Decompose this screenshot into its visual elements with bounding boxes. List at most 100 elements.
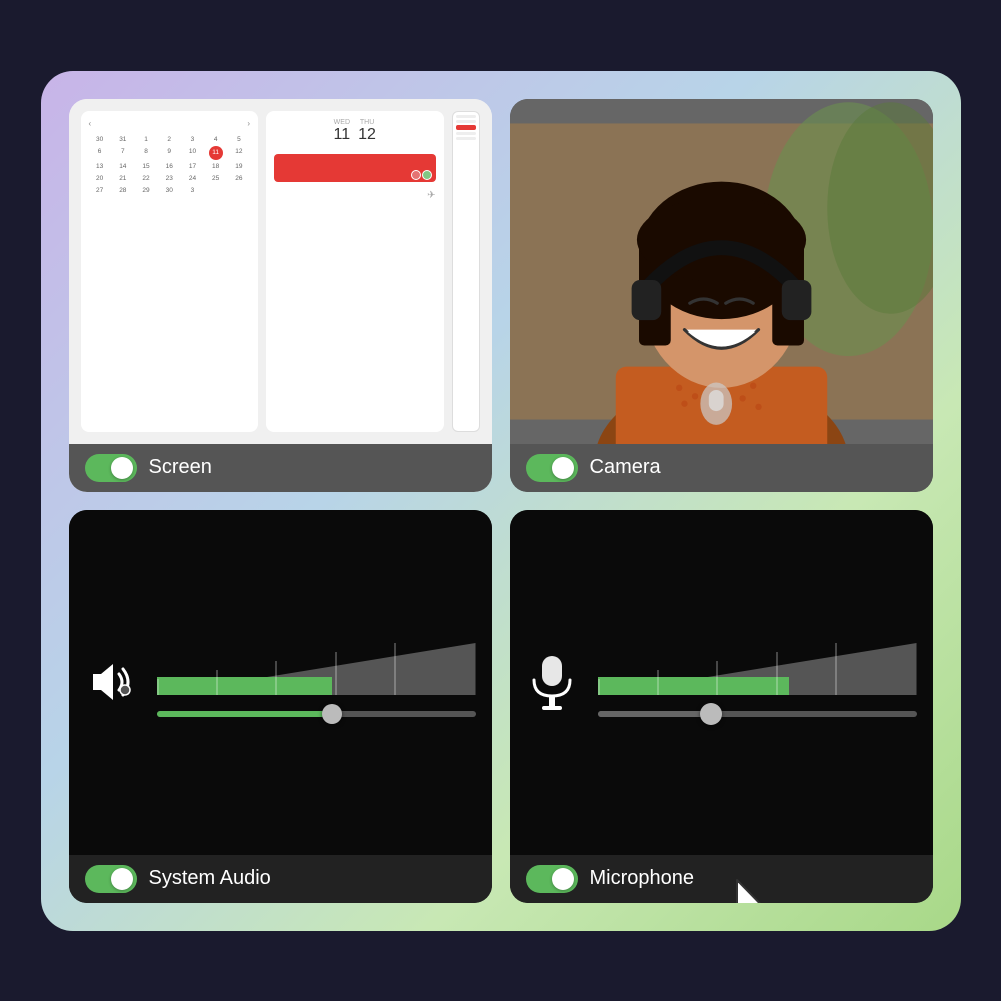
cal-nav: ‹ › [89, 119, 251, 128]
cal-day: 5 [228, 134, 250, 145]
mic-svg [526, 652, 578, 712]
avatar-2 [422, 170, 432, 180]
camera-toggle-knob [552, 457, 574, 479]
cal-dates-row: WED 11 THU 12 [274, 119, 436, 144]
audio-slider[interactable] [157, 707, 476, 721]
cal-day: 21 [112, 173, 134, 184]
speaker-svg [85, 656, 137, 708]
cal-day: 18 [205, 161, 227, 172]
phone-line [456, 137, 476, 140]
vol-tick-3 [275, 661, 277, 695]
screen-card-footer: Screen [69, 444, 492, 492]
audio-vol-row [157, 643, 476, 695]
cal-day: 9 [158, 146, 180, 160]
vol-tick-4 [335, 652, 337, 695]
calendar-mock: ‹ › 30 31 1 2 3 4 5 6 [81, 111, 480, 432]
cal-day: 19 [228, 161, 250, 172]
cal-date-num-1: 11 [334, 126, 351, 144]
cal-day: 30 [158, 185, 180, 196]
mic-volume-display [598, 643, 917, 721]
camera-photo-svg [510, 99, 933, 444]
phone-line [456, 120, 476, 123]
plane-icon-row: ✈ [274, 190, 436, 201]
cal-day: 20 [89, 173, 111, 184]
cal-day: 29 [135, 185, 157, 196]
cal-today: 11 [209, 146, 223, 160]
cal-day: 22 [135, 173, 157, 184]
cal-day: 12 [228, 146, 250, 160]
cal-prev: ‹ [89, 119, 92, 128]
mic-vol-row [598, 643, 917, 695]
cards-grid: ‹ › 30 31 1 2 3 4 5 6 [69, 99, 933, 903]
cal-grid: 30 31 1 2 3 4 5 6 7 8 9 10 11 [89, 134, 251, 196]
cal-day: 23 [158, 173, 180, 184]
avatar-1 [411, 170, 421, 180]
cal-date-label-1: WED [334, 119, 351, 126]
vol-tick-1 [157, 679, 159, 695]
cal-date-num-2: 12 [358, 126, 376, 144]
vol-tick-5 [394, 643, 396, 695]
camera-preview [510, 99, 933, 444]
cal-day: 17 [181, 161, 203, 172]
cal-day: 1 [135, 134, 157, 145]
vol-tick-2 [216, 670, 218, 695]
cal-day: 3 [181, 134, 203, 145]
mic-vol-tick-4 [776, 652, 778, 695]
cal-day: 15 [135, 161, 157, 172]
cursor-svg [729, 878, 789, 903]
system-audio-label: System Audio [149, 867, 271, 890]
cal-day: 7 [112, 146, 134, 160]
cal-day: 4 [205, 134, 227, 145]
speaker-icon [85, 656, 137, 708]
cal-day: 10 [181, 146, 203, 160]
event-bar [274, 154, 436, 182]
mic-slider-thumb[interactable] [700, 703, 722, 725]
mic-vol-tick-3 [716, 661, 718, 695]
mic-vol-tick-2 [657, 670, 659, 695]
cal-day: 25 [205, 173, 227, 184]
camera-label: Camera [590, 456, 661, 479]
phone-line [456, 132, 476, 135]
cal-next: › [247, 119, 250, 128]
mic-vol-ticks [598, 643, 917, 695]
cal-date-col-2: THU 12 [358, 119, 376, 144]
cal-day: 28 [112, 185, 134, 196]
cal-day: 6 [89, 146, 111, 160]
camera-card-footer: Camera [510, 444, 933, 492]
cal-day: 14 [112, 161, 134, 172]
audio-volume-display [157, 643, 476, 721]
cal-day: 3 [181, 185, 203, 196]
cal-day: 8 [135, 146, 157, 160]
cal-day: 24 [181, 173, 203, 184]
phone-line-red [456, 125, 476, 130]
mic-preview [510, 510, 933, 855]
cal-day: 2 [158, 134, 180, 145]
plane-icon: ✈ [427, 190, 435, 201]
screen-toggle[interactable] [85, 454, 137, 482]
phone-preview [452, 111, 480, 432]
cal-date-label-2: THU [358, 119, 376, 126]
system-audio-toggle[interactable] [85, 865, 137, 893]
screen-card: ‹ › 30 31 1 2 3 4 5 6 [69, 99, 492, 492]
mic-slider-fill [598, 711, 710, 717]
screen-toggle-knob [111, 457, 133, 479]
system-audio-card: System Audio [69, 510, 492, 903]
phone-line [456, 115, 476, 118]
microphone-toggle[interactable] [526, 865, 578, 893]
microphone-card: Microphone [510, 510, 933, 903]
event-avatars [411, 170, 432, 180]
microphone-icon [526, 652, 578, 712]
screen-label: Screen [149, 456, 212, 479]
cursor-container [729, 878, 789, 903]
camera-card: Camera [510, 99, 933, 492]
system-audio-toggle-knob [111, 868, 133, 890]
cal-date-col-1: WED 11 [334, 119, 351, 144]
cal-day: 27 [89, 185, 111, 196]
screen-preview: ‹ › 30 31 1 2 3 4 5 6 [69, 99, 492, 444]
audio-preview [69, 510, 492, 855]
audio-slider-thumb[interactable] [322, 704, 342, 724]
mic-slider[interactable] [598, 707, 917, 721]
cal-day: 26 [228, 173, 250, 184]
camera-toggle[interactable] [526, 454, 578, 482]
microphone-toggle-knob [552, 868, 574, 890]
